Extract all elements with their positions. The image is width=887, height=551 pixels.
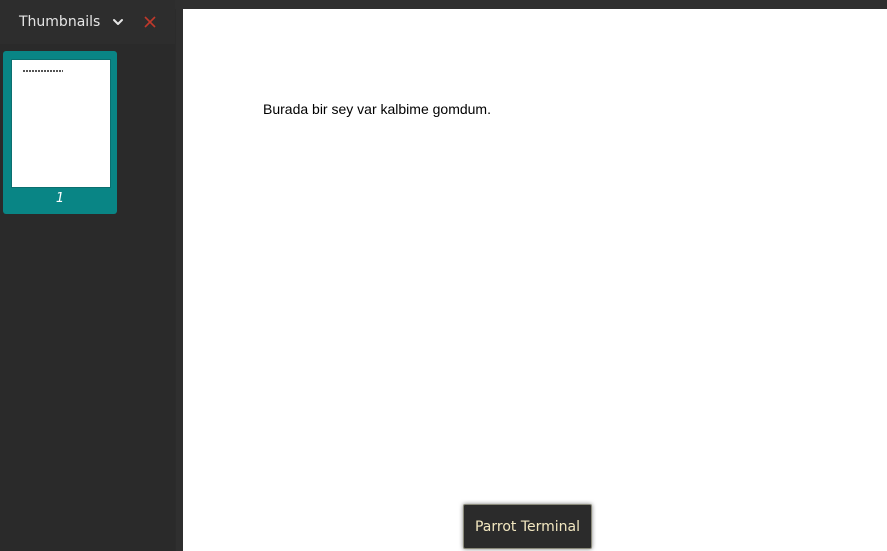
thumbnail-page-number: 1 xyxy=(55,191,65,206)
sidebar-panel-select[interactable]: Thumbnails xyxy=(11,9,124,35)
sidebar: Thumbnails 1 xyxy=(0,0,175,551)
thumbnail-preview xyxy=(11,59,111,188)
close-icon xyxy=(143,14,157,33)
document-page[interactable]: Burada bir sey var kalbime gomdum. xyxy=(183,9,887,551)
sidebar-header: Thumbnails xyxy=(0,0,175,44)
chevron-down-icon xyxy=(112,16,124,28)
document-text: Burada bir sey var kalbime gomdum. xyxy=(263,101,491,117)
taskbar-tooltip: Parrot Terminal xyxy=(463,504,592,549)
close-sidebar-button[interactable] xyxy=(141,14,159,32)
sidebar-divider[interactable] xyxy=(176,9,183,551)
page-thumbnail[interactable]: 1 xyxy=(3,51,117,214)
thumbnail-text-preview xyxy=(23,70,63,72)
panel-select-label: Thumbnails xyxy=(19,14,101,30)
tooltip-text: Parrot Terminal xyxy=(474,518,581,535)
